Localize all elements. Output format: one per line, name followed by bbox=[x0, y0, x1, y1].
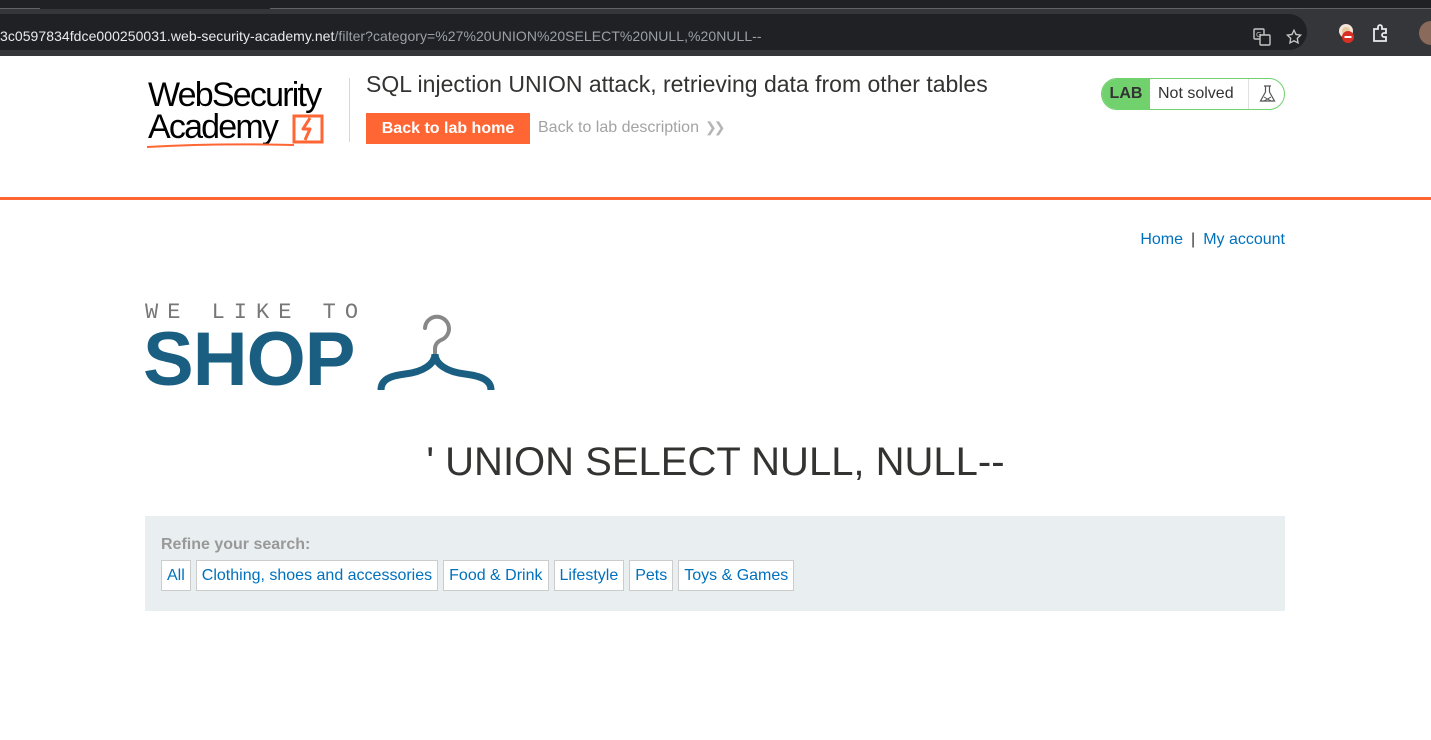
category-filter-clothing[interactable]: Clothing, shoes and accessories bbox=[195, 560, 439, 591]
extensions-puzzle-icon[interactable] bbox=[1369, 21, 1393, 45]
refine-search-label: Refine your search: bbox=[161, 536, 311, 553]
lab-status-widget: LAB Not solved bbox=[1101, 78, 1285, 110]
logo-line-1: WebSecurity bbox=[148, 76, 322, 114]
nav-separator: | bbox=[1191, 231, 1196, 248]
category-filter-lifestyle[interactable]: Lifestyle bbox=[553, 560, 625, 591]
logo-divider bbox=[349, 78, 350, 142]
home-link[interactable]: Home bbox=[1140, 231, 1183, 248]
lab-header: WebSecurity Academy SQL injection UNION … bbox=[0, 56, 1431, 200]
browser-tab-strip bbox=[0, 0, 1431, 9]
address-bar[interactable]: 3c0597834fdce000250031.web-security-acad… bbox=[0, 14, 1307, 50]
back-desc-label: Back to lab description bbox=[538, 119, 699, 136]
svg-text:G: G bbox=[1256, 31, 1261, 39]
category-filter-list: All Clothing, shoes and accessories Food… bbox=[161, 560, 795, 591]
bookmark-star-icon[interactable] bbox=[1284, 28, 1304, 48]
page-heading: ' UNION SELECT NULL, NULL-- bbox=[426, 440, 1005, 484]
logo-underline bbox=[146, 143, 295, 148]
translate-icon[interactable]: G bbox=[1252, 28, 1272, 48]
category-filter-all[interactable]: All bbox=[161, 560, 191, 591]
profile-avatar[interactable] bbox=[1419, 21, 1431, 45]
top-navigation: Home | My account bbox=[1140, 231, 1285, 249]
back-to-lab-home-button[interactable]: Back to lab home bbox=[366, 113, 530, 144]
flask-icon bbox=[1248, 79, 1284, 109]
back-to-lab-description-link[interactable]: Back to lab description ❯❯ bbox=[538, 119, 726, 137]
my-account-link[interactable]: My account bbox=[1203, 231, 1285, 248]
shop-logo[interactable]: WE LIKE TO SHOP bbox=[143, 298, 505, 402]
browser-toolbar: 3c0597834fdce000250031.web-security-acad… bbox=[0, 9, 1431, 56]
clothes-hanger-icon bbox=[377, 314, 495, 391]
lightning-icon bbox=[292, 114, 324, 144]
category-filter-pets[interactable]: Pets bbox=[629, 560, 674, 591]
browser-tab[interactable] bbox=[270, 0, 1431, 9]
lab-title: SQL injection UNION attack, retrieving d… bbox=[366, 71, 988, 97]
logo-line-2: Academy bbox=[148, 108, 279, 146]
category-filter-toys-games[interactable]: Toys & Games bbox=[678, 560, 795, 591]
address-url[interactable]: 3c0597834fdce000250031.web-security-acad… bbox=[0, 28, 762, 44]
filter-panel: Refine your search: All Clothing, shoes … bbox=[145, 516, 1285, 611]
web-security-academy-logo[interactable]: WebSecurity Academy bbox=[146, 76, 346, 150]
lab-tag: LAB bbox=[1102, 79, 1150, 109]
shop-wordmark: SHOP bbox=[143, 317, 355, 402]
browser-tab[interactable] bbox=[0, 0, 40, 9]
double-chevron-right-icon: ❯❯ bbox=[704, 119, 726, 135]
extension-blocker-icon[interactable] bbox=[1335, 21, 1359, 45]
category-filter-food-drink[interactable]: Food & Drink bbox=[443, 560, 549, 591]
lab-status-text: Not solved bbox=[1158, 85, 1234, 102]
